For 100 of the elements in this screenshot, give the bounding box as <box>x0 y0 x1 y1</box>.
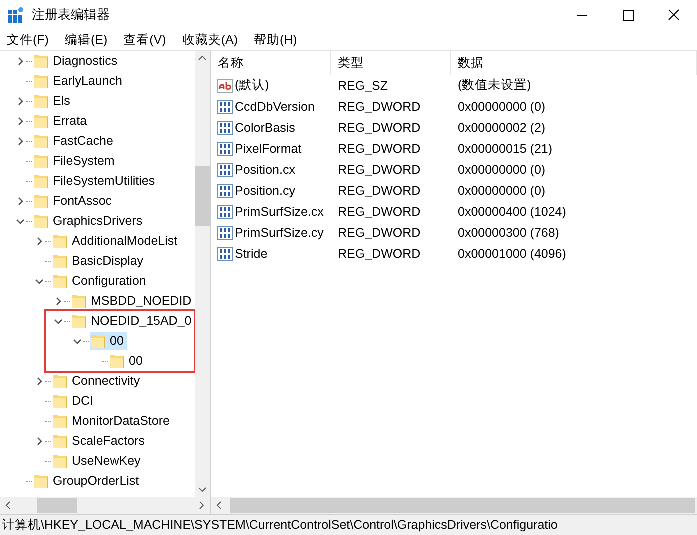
menu-item[interactable]: 帮助(H) <box>248 32 302 48</box>
tree-item[interactable]: NOEDID_15AD_0 <box>71 312 195 330</box>
menu-item[interactable]: 收藏夹(A) <box>177 32 243 48</box>
tree-item[interactable]: DCI <box>52 392 97 410</box>
chevron-icon[interactable] <box>35 376 44 386</box>
binary-value-icon <box>217 100 233 114</box>
string-value-icon <box>217 78 233 92</box>
table-cell-text: REG_SZ <box>337 78 390 92</box>
menu-item[interactable]: 查看(V) <box>118 32 172 48</box>
tree-item[interactable]: EarlyLaunch <box>33 72 126 90</box>
value-name[interactable]: PrimSurfSize.cy <box>235 226 324 240</box>
table-cell-text: 0x00000400 (1024) <box>457 204 568 218</box>
folder-icon <box>71 313 87 329</box>
tree-item[interactable]: 00 <box>90 332 127 350</box>
tree-item[interactable]: MonitorDataStore <box>52 412 173 430</box>
table-cell-text: REG_DWORD <box>337 142 422 156</box>
chevron-icon[interactable] <box>73 336 82 346</box>
binary-value-icon <box>217 162 233 176</box>
chevron-icon[interactable] <box>35 236 44 246</box>
value-name[interactable]: ColorBasis <box>235 120 296 134</box>
value-name[interactable]: PrimSurfSize.cx <box>235 204 324 218</box>
horizontal-scrollbar[interactable] <box>0 497 210 514</box>
table-cell-text: REG_DWORD <box>337 204 422 218</box>
folder-icon <box>33 193 49 209</box>
tree-item[interactable]: Diagnostics <box>33 52 121 70</box>
value-name[interactable]: Position.cy <box>235 184 296 198</box>
scrollbar-thumb[interactable] <box>230 498 695 513</box>
table-cell-text: 0x00000000 (0) <box>457 100 547 114</box>
table-cell-text: 0x00001000 (4096) <box>457 246 568 260</box>
folder-icon <box>33 153 49 169</box>
value-name[interactable]: Stride <box>235 246 268 260</box>
folder-icon <box>33 113 49 129</box>
table-cell-text: REG_DWORD <box>337 162 422 176</box>
window-title: 注册表编辑器 <box>32 6 111 24</box>
binary-value-icon <box>217 120 233 134</box>
binary-value-icon <box>217 246 233 260</box>
binary-value-icon <box>217 226 233 240</box>
tree-item[interactable]: FileSystemUtilities <box>33 172 158 190</box>
folder-icon <box>52 413 68 429</box>
tree-item[interactable]: Configuration <box>52 272 150 290</box>
tree-item[interactable]: Errata <box>33 112 90 130</box>
folder-icon <box>33 133 49 149</box>
folder-icon <box>52 233 68 249</box>
column-header[interactable]: 数据 <box>451 51 697 75</box>
folder-icon <box>52 273 68 289</box>
scrollbar-thumb[interactable] <box>195 166 210 226</box>
table-cell-text: 0x00000300 (768) <box>457 226 560 240</box>
chevron-icon[interactable] <box>54 316 63 326</box>
table-cell-text: 0x00000000 (0) <box>457 162 547 176</box>
table-cell-text: REG_DWORD <box>337 184 422 198</box>
folder-icon <box>33 173 49 189</box>
binary-value-icon <box>217 142 233 156</box>
tree-item[interactable]: GraphicsDrivers <box>33 212 146 230</box>
binary-value-icon <box>217 204 233 218</box>
vertical-scrollbar[interactable] <box>195 51 210 497</box>
scrollbar-thumb[interactable] <box>37 498 77 513</box>
status-bar: 计算机\HKEY_LOCAL_MACHINE\SYSTEM\CurrentControlSet\Control\GraphicsDrivers\Configuratio <box>0 514 697 535</box>
table-cell-text: (数值未设置) <box>457 77 532 94</box>
tree-item[interactable]: Connectivity <box>52 372 144 390</box>
chevron-icon[interactable] <box>16 196 25 206</box>
table-cell-text: REG_DWORD <box>337 246 422 260</box>
folder-icon <box>33 73 49 89</box>
tree-item[interactable]: 00 <box>109 352 146 370</box>
chevron-icon[interactable] <box>16 96 25 106</box>
menu-item[interactable]: 文件(F) <box>2 32 54 48</box>
menu-item[interactable]: 编辑(E) <box>60 32 113 48</box>
tree-item[interactable]: FastCache <box>33 132 116 150</box>
chevron-icon[interactable] <box>16 216 25 226</box>
tree-item[interactable]: FontAssoc <box>33 192 116 210</box>
value-name[interactable]: Position.cx <box>235 162 296 176</box>
tree-item[interactable]: UseNewKey <box>52 452 144 470</box>
column-header[interactable]: 类型 <box>331 51 451 75</box>
chevron-icon[interactable] <box>16 136 25 146</box>
folder-icon <box>33 93 49 109</box>
chevron-icon[interactable] <box>16 116 25 126</box>
folder-icon <box>52 453 68 469</box>
chevron-icon[interactable] <box>54 296 63 306</box>
chevron-icon[interactable] <box>35 276 44 286</box>
folder-icon <box>33 473 49 489</box>
tree-item[interactable]: FileSystem <box>33 152 118 170</box>
folder-icon <box>71 293 87 309</box>
folder-icon <box>52 393 68 409</box>
value-name[interactable]: (默认) <box>235 77 270 94</box>
tree-item[interactable]: Els <box>33 92 74 110</box>
value-name[interactable]: PixelFormat <box>235 142 302 156</box>
column-header[interactable]: 名称 <box>211 51 331 75</box>
tree-item[interactable]: AdditionalModeList <box>52 232 181 250</box>
chevron-icon[interactable] <box>35 436 44 446</box>
folder-icon <box>52 253 68 269</box>
chevron-icon[interactable] <box>16 56 25 66</box>
folder-icon <box>90 333 106 349</box>
folder-icon <box>33 213 49 229</box>
table-cell-text: REG_DWORD <box>337 120 422 134</box>
tree-item[interactable]: MSBDD_NOEDID <box>71 292 195 310</box>
value-name[interactable]: CcdDbVersion <box>235 100 315 114</box>
tree-item[interactable]: BasicDisplay <box>52 252 147 270</box>
tree-item[interactable]: ScaleFactors <box>52 432 148 450</box>
folder-icon <box>33 53 49 69</box>
tree-item[interactable]: GroupOrderList <box>33 472 142 490</box>
table-cell-text: REG_DWORD <box>337 226 422 240</box>
